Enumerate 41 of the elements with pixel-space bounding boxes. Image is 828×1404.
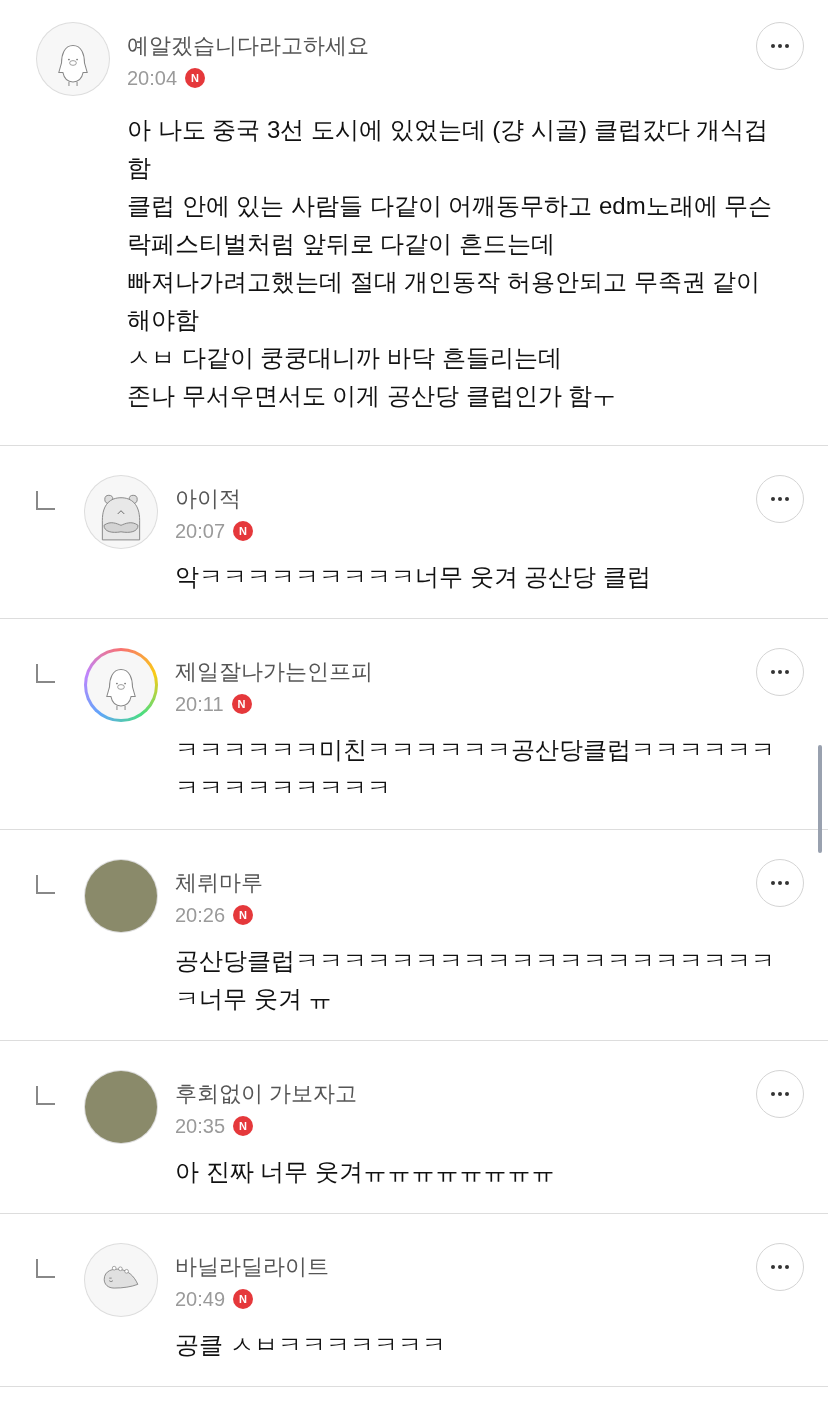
- comment-time: 20:26: [175, 903, 226, 928]
- more-icon: [771, 881, 789, 885]
- reply-indicator-icon: [36, 874, 56, 894]
- more-options-button[interactable]: [756, 859, 804, 907]
- comment-text: 아 나도 중국 3선 도시에 있었는데 (걍 시골) 클럽갔다 개식겁함 클럽 안에 있는 사람들 다같이 어깨동무하고 edm노래에 무슨 락페스티벌처럼 앞뒤로 다같이 흔드는데 빠져나가려고했는데 절대 개인동작 허용안되고 무족권 같이 해야함 ㅅㅂ 다같이 쿵쿵대니까 바닥 흔들리는데 존나 무서우면서도 이게 공산당 클럽인가 함ㅜ: [127, 115, 774, 411]
- comment-text: 아 진짜 너무 웃겨ㅠㅠㅠㅠㅠㅠㅠㅠ: [175, 1157, 556, 1187]
- more-icon: [771, 1265, 789, 1269]
- more-options-button[interactable]: [756, 22, 804, 70]
- reply-indicator-icon: [36, 1085, 56, 1105]
- reply-indicator-icon: [36, 663, 56, 683]
- comment-time: 20:11: [175, 692, 224, 717]
- more-icon: [771, 1092, 789, 1096]
- author-name[interactable]: 아이적: [175, 485, 254, 513]
- more-icon: [771, 670, 789, 674]
- comment-text: 공클 ㅅㅂㅋㅋㅋㅋㅋㅋㅋ: [175, 1330, 447, 1360]
- comment-text: ㅋㅋㅋㅋㅋㅋ미친ㅋㅋㅋㅋㅋㅋ공산당클럽ㅋㅋㅋㅋㅋㅋㅋㅋㅋㅋㅋㅋㅋㅋㅋ: [175, 735, 776, 803]
- comment-time: 20:35: [175, 1114, 226, 1139]
- comment-time: 20:07: [175, 519, 226, 544]
- author-name[interactable]: 제일잘나가는인프피: [175, 658, 373, 686]
- comment-time: 20:04: [127, 66, 178, 91]
- new-badge: N: [231, 694, 252, 714]
- comment-text: 악ㅋㅋㅋㅋㅋㅋㅋㅋㅋ너무 웃겨 공산당 클럽: [175, 562, 652, 592]
- reply-indicator-icon: [36, 1258, 56, 1278]
- more-options-button[interactable]: [756, 648, 804, 696]
- new-badge: N: [233, 521, 254, 541]
- more-options-button[interactable]: [756, 1243, 804, 1291]
- more-options-button[interactable]: [756, 475, 804, 523]
- new-badge: N: [233, 905, 254, 925]
- author-name[interactable]: 바닐라딜라이트: [175, 1253, 329, 1281]
- comment-text: 공산당클럽ㅋㅋㅋㅋㅋㅋㅋㅋㅋㅋㅋㅋㅋㅋㅋㅋㅋㅋㅋㅋㅋ너무 웃겨 ㅠ: [175, 946, 776, 1014]
- reply-indicator-icon: [36, 490, 56, 510]
- more-icon: [771, 497, 789, 501]
- new-badge: N: [233, 1289, 254, 1309]
- more-options-button[interactable]: [756, 1070, 804, 1118]
- new-badge: N: [233, 1116, 254, 1136]
- more-icon: [771, 44, 789, 48]
- new-badge: N: [185, 68, 206, 88]
- author-name[interactable]: 후회없이 가보자고: [175, 1080, 358, 1108]
- author-name[interactable]: 예알겠습니다라고하세요: [127, 32, 369, 60]
- author-name[interactable]: 체뤼마루: [175, 869, 263, 897]
- comment-time: 20:49: [175, 1287, 226, 1312]
